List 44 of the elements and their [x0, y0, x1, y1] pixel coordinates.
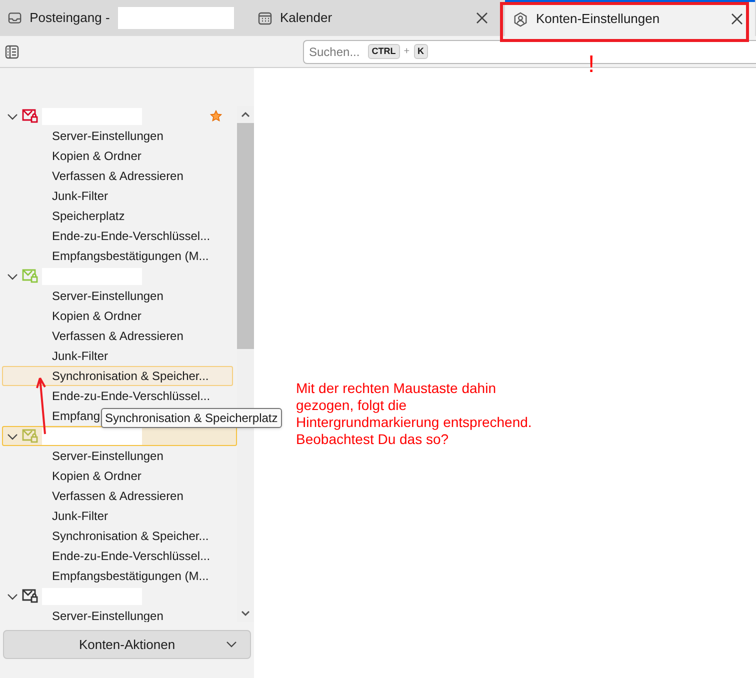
close-icon[interactable]: [476, 12, 488, 24]
tab-label: Konten-Einstellungen: [536, 10, 660, 28]
settings-item[interactable]: Verfassen & Adressieren: [2, 486, 233, 506]
plus-sign: +: [404, 45, 410, 59]
inbox-icon: [8, 11, 22, 25]
account-row[interactable]: [2, 426, 237, 446]
calendar-icon: [258, 11, 272, 25]
settings-item[interactable]: Kopien & Ordner: [2, 146, 233, 166]
settings-item[interactable]: Synchronisation & Speicher...: [2, 366, 233, 386]
search-placeholder: Suchen...: [309, 44, 360, 60]
settings-item[interactable]: Verfassen & Adressieren: [2, 166, 233, 186]
key-cap: CTRL: [368, 44, 400, 59]
close-icon[interactable]: [731, 13, 743, 25]
person-icon: [513, 12, 528, 26]
scrollbar-thumb[interactable]: [237, 123, 254, 349]
settings-item[interactable]: Ende-zu-Ende-Verschlüssel...: [2, 386, 233, 406]
settings-item[interactable]: Verfassen & Adressieren: [2, 326, 233, 346]
settings-item[interactable]: Kopien & Ordner: [2, 306, 233, 326]
settings-item[interactable]: Ende-zu-Ende-Verschlüssel...: [2, 226, 233, 246]
key-cap: K: [414, 44, 428, 59]
scroll-down-icon[interactable]: [241, 610, 250, 617]
tab[interactable]: Kalender: [250, 0, 500, 36]
annotation-text: Mit der rechten Maustaste dahin gezogen, folgt die Hintergrundmarkierung entsprechend. Beobachtest Du das so?: [296, 380, 533, 448]
settings-item[interactable]: Server-Einstellungen: [2, 126, 233, 146]
settings-item[interactable]: Server-Einstellungen: [2, 286, 233, 306]
tab-label: Posteingang -: [30, 9, 110, 28]
tab-label: Kalender: [280, 9, 332, 28]
tab[interactable]: Posteingang -: [0, 0, 250, 36]
settings-item[interactable]: Server-Einstellungen: [2, 446, 233, 466]
accounts-actions-button[interactable]: Konten-Aktionen: [3, 630, 251, 659]
settings-item[interactable]: Junk-Filter: [2, 186, 233, 206]
settings-item[interactable]: Empfangsbestätigungen (M...: [2, 246, 233, 266]
sidebar-toggle-icon[interactable]: [5, 44, 19, 58]
scroll-up-icon[interactable]: [241, 111, 250, 118]
settings-item[interactable]: Empfangsbestätigungen (M...: [2, 566, 233, 586]
tab[interactable]: Konten-Einstellungen: [505, 0, 755, 36]
settings-item[interactable]: Speicherplatz: [2, 206, 233, 226]
settings-item[interactable]: Ende-zu-Ende-Verschlüssel...: [2, 546, 233, 566]
settings-item[interactable]: Kopien & Ordner: [2, 466, 233, 486]
tooltip: Synchronisation & Speicherplatz: [101, 408, 282, 428]
settings-item[interactable]: Junk-Filter: [2, 506, 233, 526]
settings-item[interactable]: Junk-Filter: [2, 346, 233, 366]
settings-item[interactable]: Synchronisation & Speicher...: [2, 526, 233, 546]
chevron-icon: [226, 641, 237, 648]
